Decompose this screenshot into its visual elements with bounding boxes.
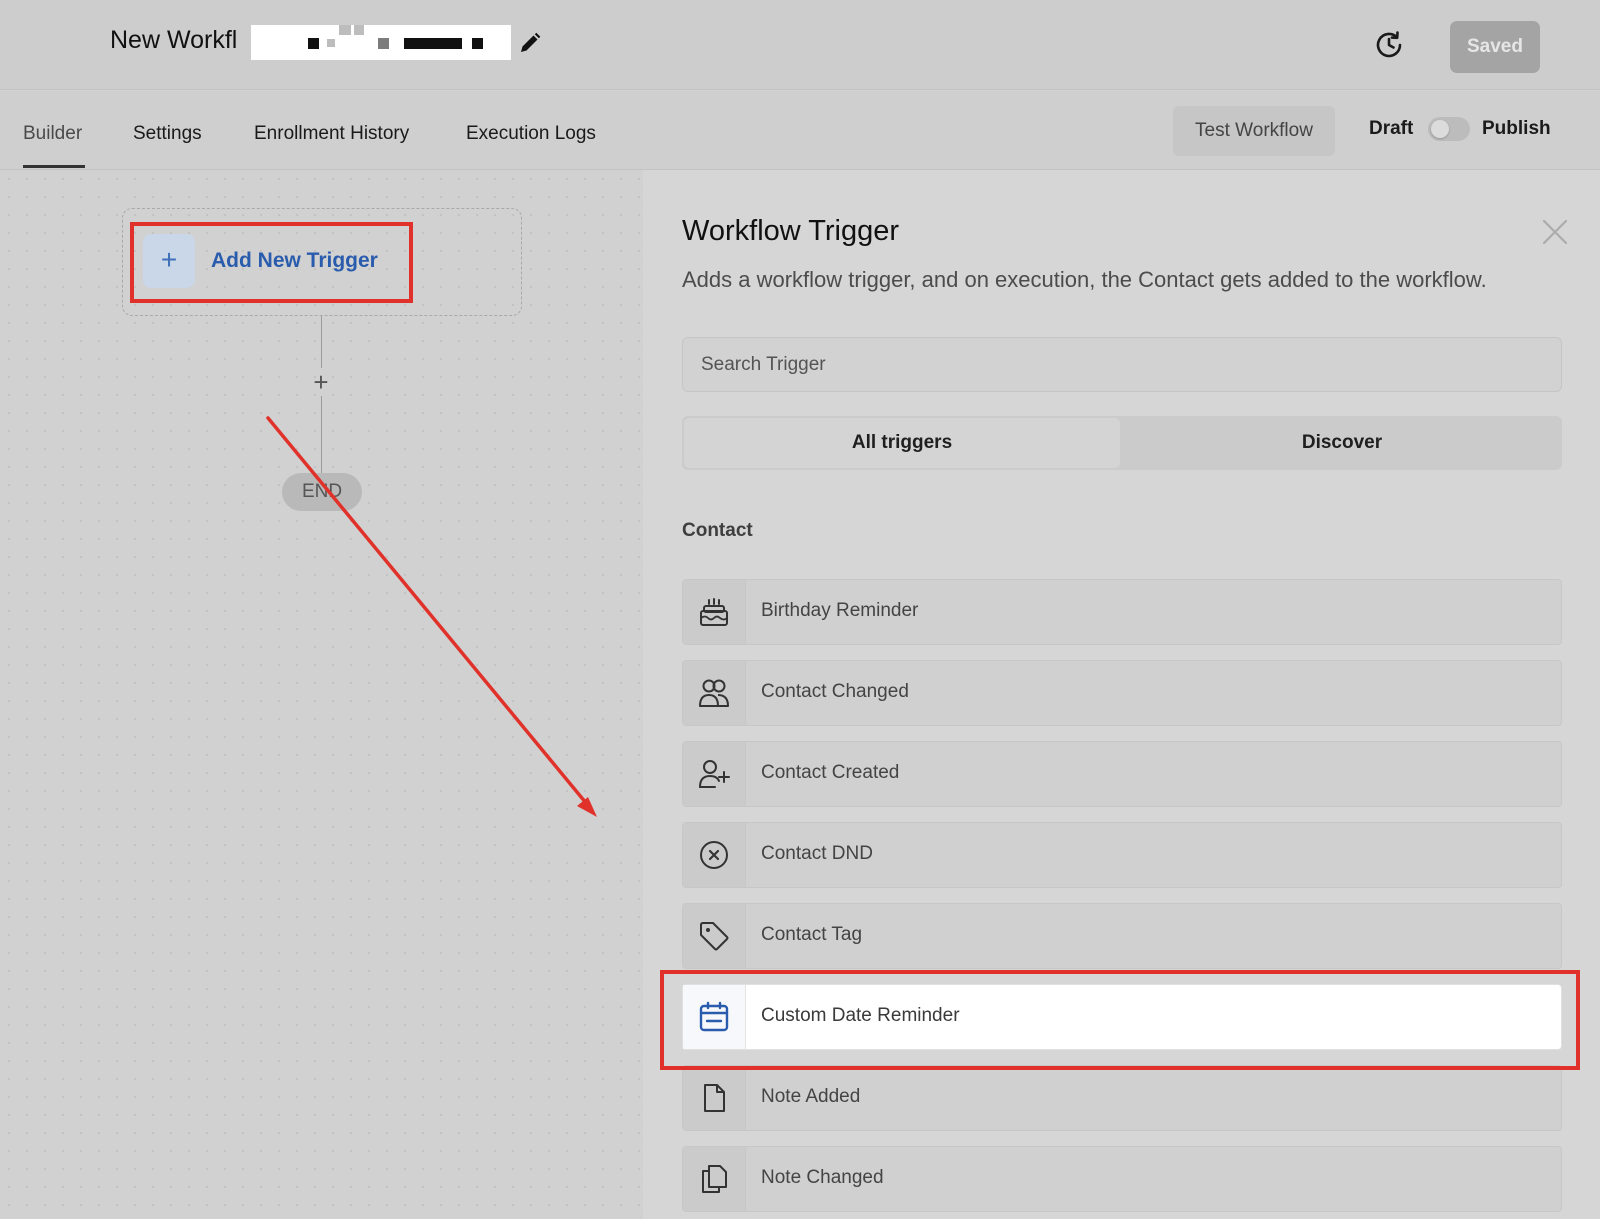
annotation-arrow <box>266 416 597 817</box>
